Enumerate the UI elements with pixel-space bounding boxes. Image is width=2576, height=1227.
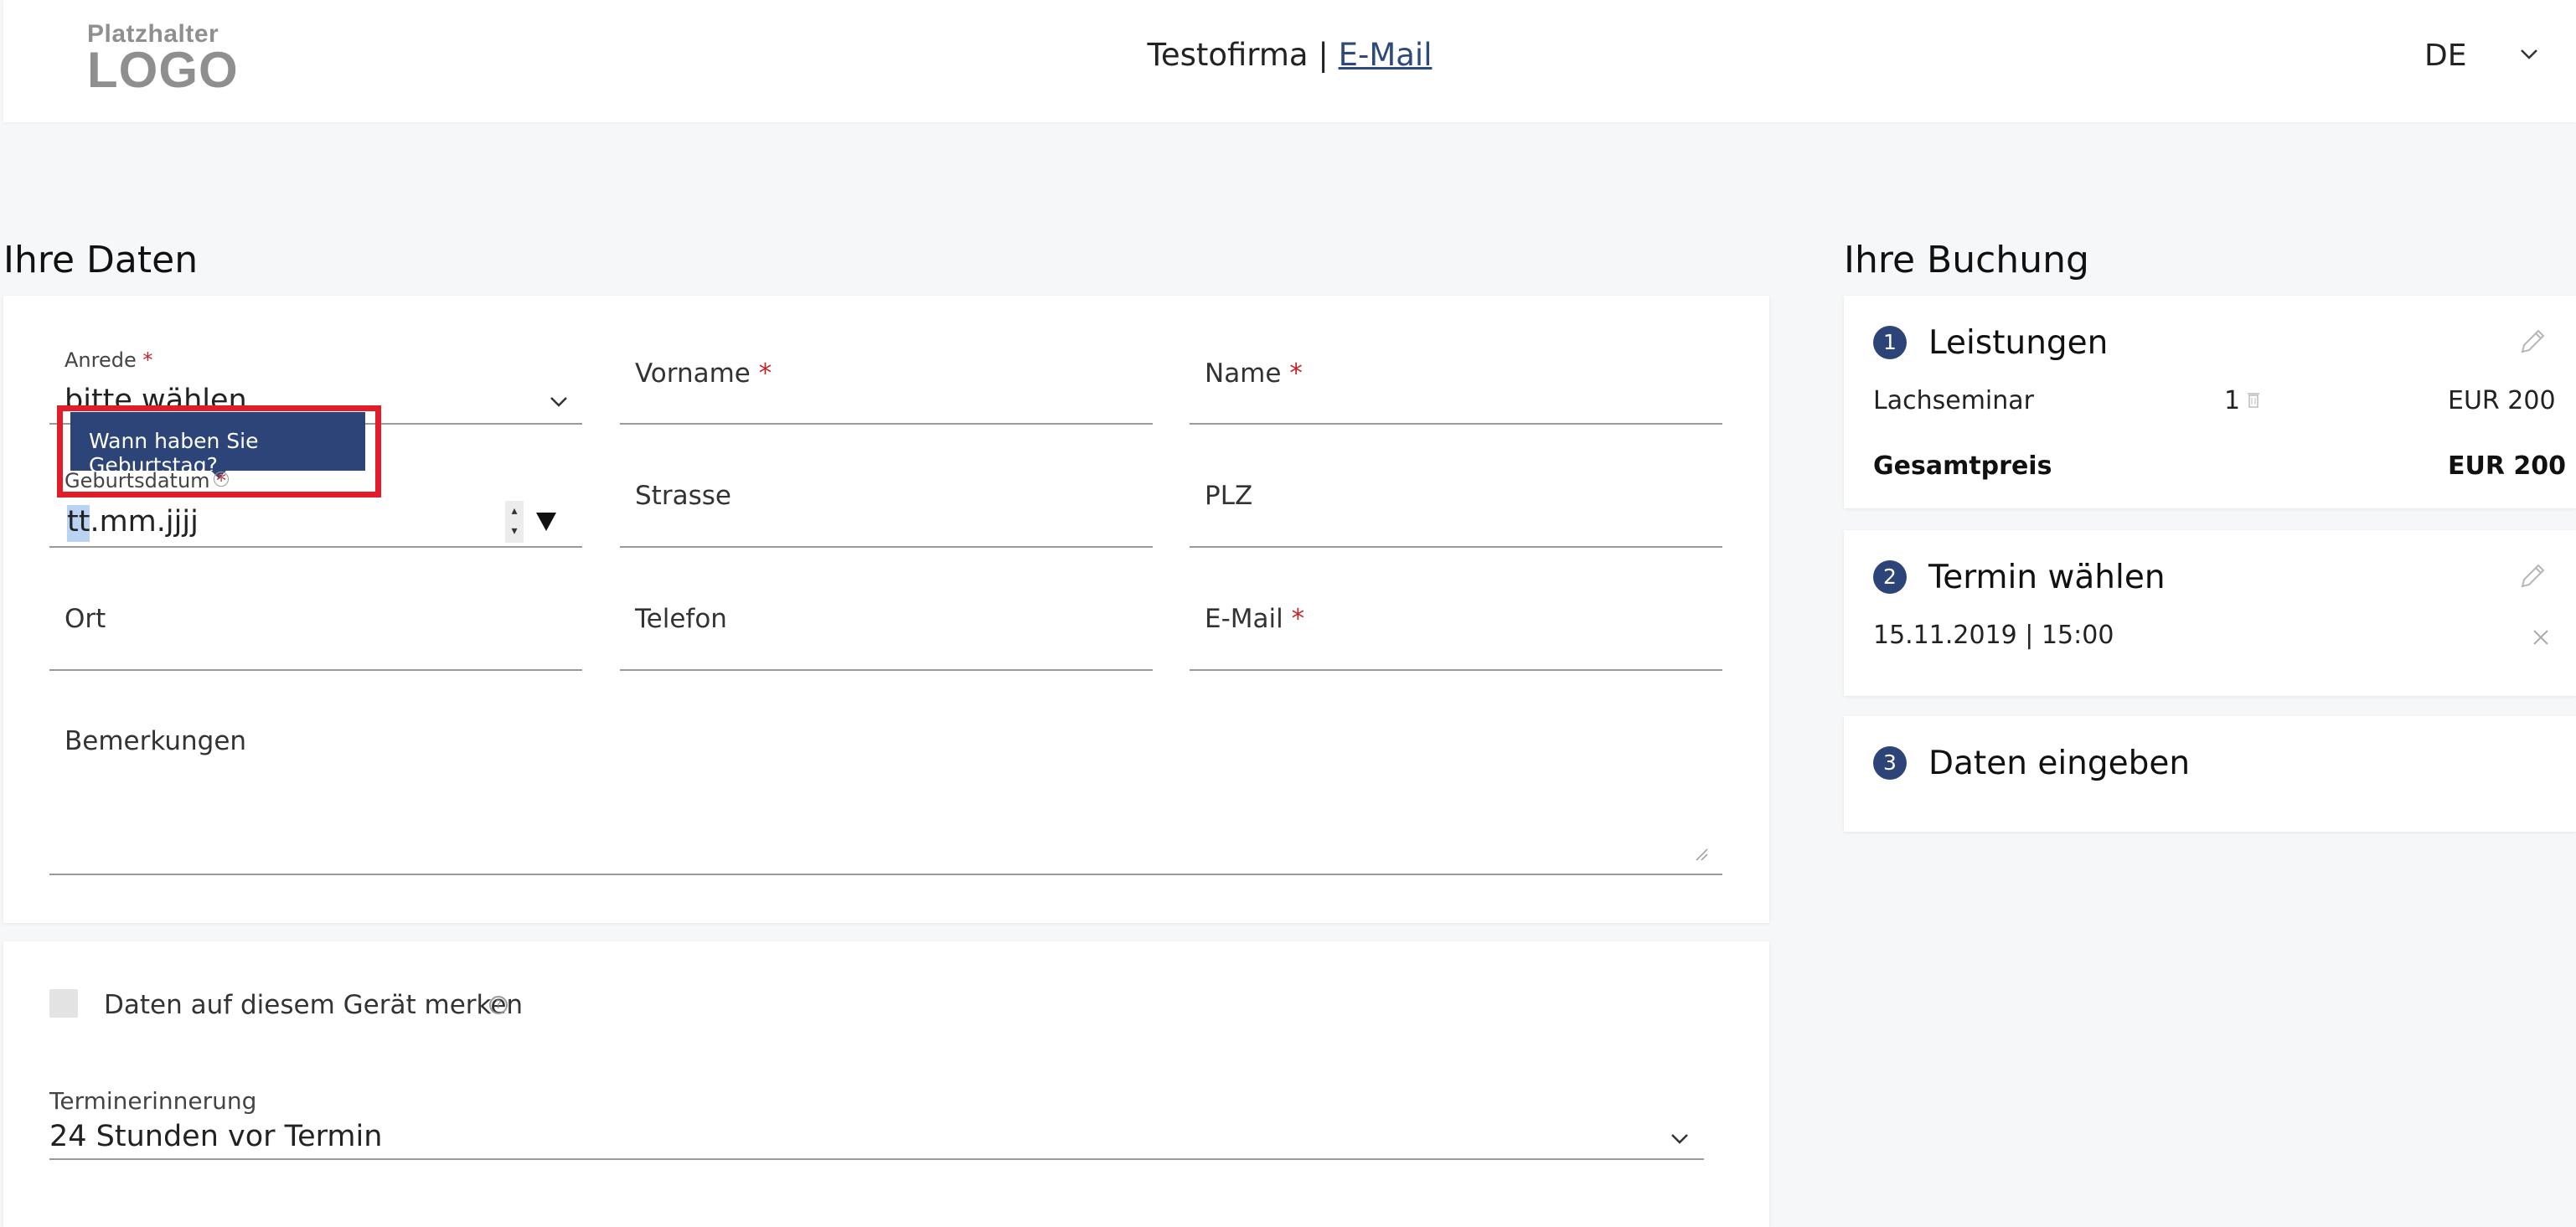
options-card xyxy=(3,941,1769,1227)
step-title-termin: Termin wählen xyxy=(1928,559,2166,596)
birthdate-input[interactable]: tt.mm.jjjj xyxy=(67,505,199,539)
form-title: Ihre Daten xyxy=(3,239,199,281)
step-number-3: 3 xyxy=(1873,746,1907,780)
step-termin-card xyxy=(1844,530,2576,696)
bemerkungen-underline xyxy=(49,874,1722,875)
telefon-underline xyxy=(620,669,1153,671)
email-link[interactable]: E-Mail xyxy=(1339,37,1433,73)
service-price: EUR 200 xyxy=(2448,386,2556,415)
step-number-1: 1 xyxy=(1873,326,1907,359)
top-header: Platzhalter LOGO Testofirma | E-Mail DE xyxy=(3,0,2576,122)
total-label: Gesamtpreis xyxy=(1873,451,2052,481)
pencil-icon[interactable] xyxy=(2517,327,2548,357)
chevron-down-icon[interactable] xyxy=(1669,1131,1691,1147)
resize-handle-icon[interactable] xyxy=(1693,846,1708,861)
bemerkungen-textarea[interactable]: Bemerkungen xyxy=(65,726,246,756)
geburtsdatum-label: Geburtsdatum * xyxy=(65,469,227,492)
help-icon[interactable]: ? xyxy=(214,472,229,487)
header-separator: | xyxy=(1308,37,1339,73)
remember-label: Daten auf diesem Gerät merken xyxy=(104,990,524,1020)
personal-data-card xyxy=(3,296,1769,923)
date-spinner[interactable]: ▴ ▾ xyxy=(505,501,524,543)
chevron-down-icon[interactable] xyxy=(2517,44,2542,64)
ort-field[interactable]: Ort xyxy=(65,604,106,634)
anrede-label: Anrede * xyxy=(65,348,153,372)
strasse-field[interactable]: Strasse xyxy=(635,481,731,511)
chevron-down-icon[interactable] xyxy=(548,394,570,410)
strasse-underline xyxy=(620,546,1153,548)
reminder-select[interactable]: 24 Stunden vor Termin xyxy=(49,1120,382,1153)
name-underline xyxy=(1190,423,1722,425)
service-quantity: 1 xyxy=(2224,386,2241,415)
booking-title: Ihre Buchung xyxy=(1844,239,2089,281)
step-title-leistungen: Leistungen xyxy=(1928,324,2109,362)
date-picker-toggle-icon[interactable] xyxy=(536,513,556,531)
step-title-daten: Daten eingeben xyxy=(1928,745,2191,782)
email-underline xyxy=(1190,669,1722,671)
birthday-tooltip: Wann haben Sie Geburtstag? xyxy=(70,412,365,477)
plz-field[interactable]: PLZ xyxy=(1205,481,1252,511)
help-icon[interactable]: ? xyxy=(489,996,508,1014)
name-field[interactable]: Name * xyxy=(1205,358,1303,389)
service-name: Lachseminar xyxy=(1873,386,2034,415)
email-field[interactable]: E-Mail * xyxy=(1205,604,1304,634)
close-icon[interactable] xyxy=(2531,627,2551,647)
step-number-2: 2 xyxy=(1873,560,1907,594)
language-select[interactable]: DE xyxy=(2424,39,2466,73)
appointment-datetime: 15.11.2019 | 15:00 xyxy=(1873,621,2114,650)
reminder-label: Terminerinnerung xyxy=(49,1087,257,1115)
reminder-underline xyxy=(49,1158,1704,1160)
header-company-info: Testofirma | E-Mail xyxy=(3,37,2576,73)
trash-icon[interactable] xyxy=(2247,390,2260,409)
remember-checkbox[interactable] xyxy=(49,989,78,1018)
vorname-field[interactable]: Vorname * xyxy=(635,358,772,389)
geburtsdatum-underline xyxy=(49,546,582,548)
total-price: EUR 200 xyxy=(2448,451,2567,481)
company-name: Testofirma xyxy=(1147,37,1309,73)
vorname-underline xyxy=(620,423,1153,425)
plz-underline xyxy=(1190,546,1722,548)
ort-underline xyxy=(49,669,582,671)
telefon-field[interactable]: Telefon xyxy=(635,604,727,634)
pencil-icon[interactable] xyxy=(2517,561,2548,591)
